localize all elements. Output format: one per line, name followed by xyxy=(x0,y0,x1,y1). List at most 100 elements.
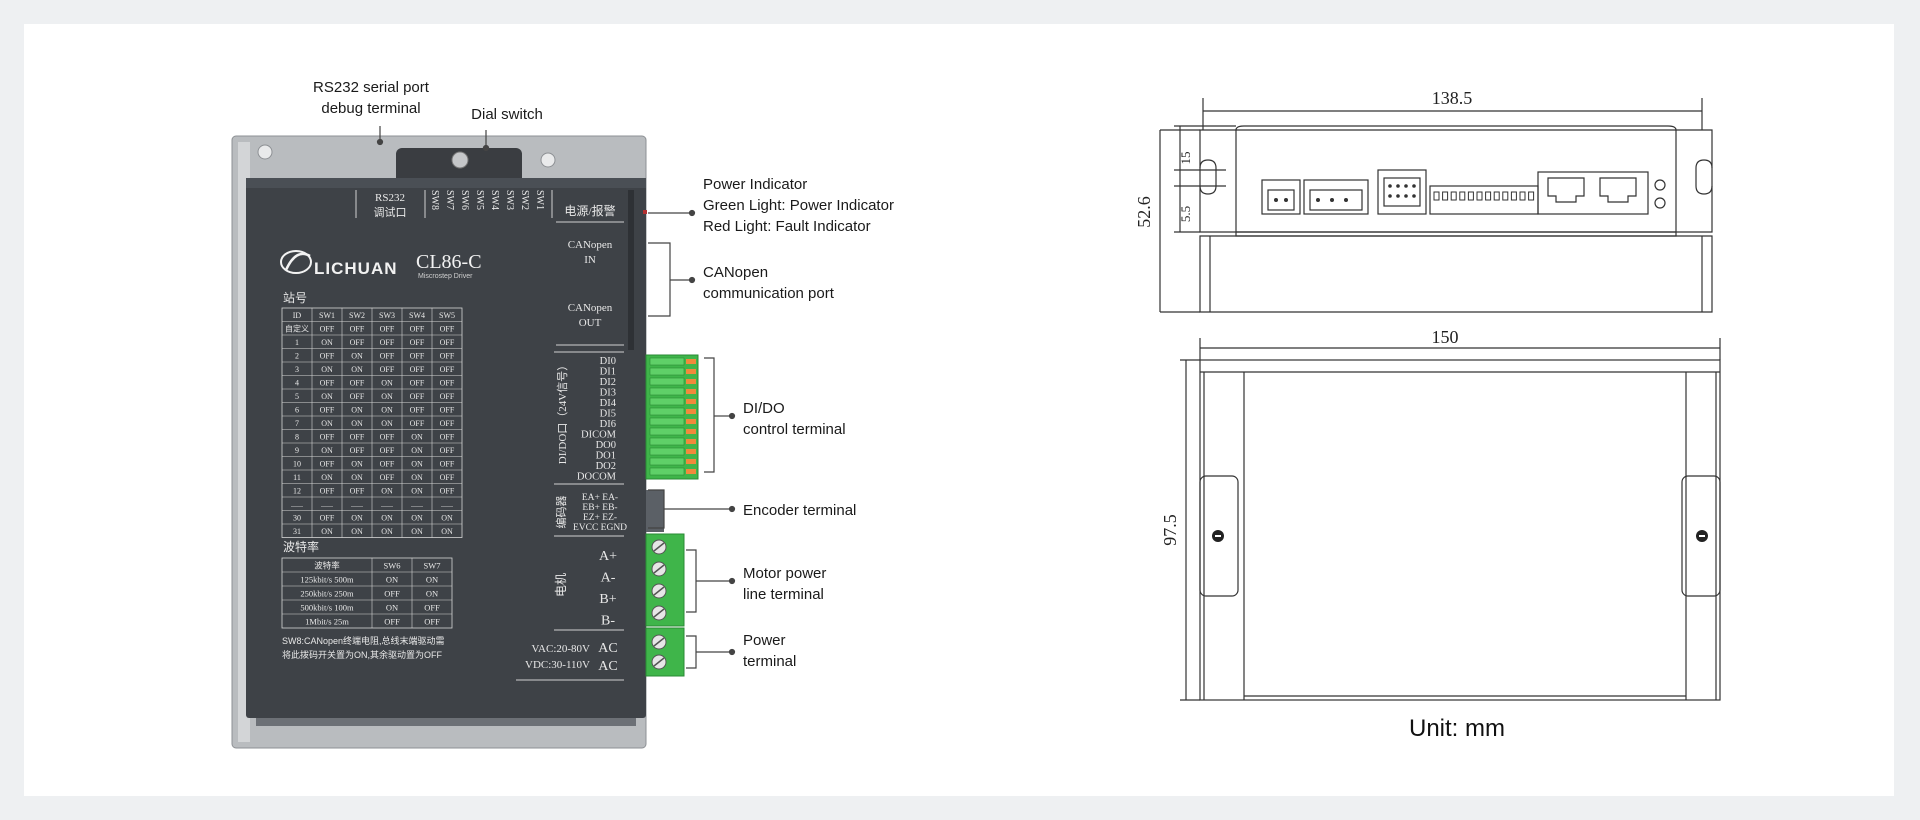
encoder-pin-grid xyxy=(1274,184,1416,202)
dido-terminal-pin xyxy=(649,397,685,406)
dido-terminal-pin xyxy=(649,407,685,416)
panel-top-edge xyxy=(246,178,646,188)
station-table-cell: ON xyxy=(351,514,363,523)
baud-table-title: 波特率 xyxy=(283,539,319,554)
dido-pin-label: DO0 xyxy=(596,440,616,451)
station-table-cell: 7 xyxy=(295,419,299,428)
dido-pin-label: DOCOM xyxy=(577,472,617,483)
dido-terminal-pin xyxy=(649,457,685,466)
encoder-side-label: 编码器 xyxy=(554,496,568,529)
station-table-cell: ON xyxy=(321,527,333,536)
station-table-cell: 5 xyxy=(295,392,299,401)
canopen-out-label: CANopen xyxy=(568,302,613,314)
connector-inner xyxy=(1267,189,1295,211)
baud-table-cell: OFF xyxy=(424,617,440,627)
baud-table-cell: 1Mbit/s 25m xyxy=(305,617,349,627)
station-table-cell: ...... xyxy=(321,500,333,509)
dido-pin-label: DI0 xyxy=(600,356,616,367)
station-table-cell: ON xyxy=(351,365,363,374)
station-table-cell: ON xyxy=(351,406,363,415)
dido-pin-row xyxy=(1433,191,1535,201)
baud-table-header: SW7 xyxy=(424,561,441,571)
dido-terminal-pin xyxy=(649,357,685,366)
motor-side-label: 电机 xyxy=(554,573,568,597)
baud-table-cell: ON xyxy=(426,575,438,585)
mount-hole-icon xyxy=(257,144,273,160)
station-table-cell: OFF xyxy=(440,419,455,428)
pin-outline xyxy=(1485,191,1492,201)
station-table-cell: ON xyxy=(351,527,363,536)
led-green-icon xyxy=(1654,179,1666,191)
dido-release-tab xyxy=(686,359,696,364)
station-table-cell: ON xyxy=(381,392,393,401)
pin-dot xyxy=(1412,194,1416,198)
rj45-in-icon xyxy=(1547,177,1585,203)
flange-outline xyxy=(1199,129,1713,233)
model-name: CL86-C xyxy=(416,251,482,273)
station-table-cell: OFF xyxy=(410,365,425,374)
callout-motor-sub: line terminal xyxy=(743,586,824,603)
dido-release-tab xyxy=(686,399,696,404)
station-table-header: SW3 xyxy=(379,311,395,320)
callout-dido: DI/DO xyxy=(743,400,785,417)
dido-pin-label: DI6 xyxy=(600,419,616,430)
encoder-pin-label: EA+ EA- xyxy=(582,493,618,503)
station-table-cell: OFF xyxy=(440,473,455,482)
pin-dot xyxy=(1388,184,1392,188)
canopen-in-label: CANopen xyxy=(568,239,613,251)
station-table-cell: OFF xyxy=(410,379,425,388)
station-table-cell: ...... xyxy=(291,500,303,509)
station-table-cell: OFF xyxy=(350,487,365,496)
callout-motor: Motor power xyxy=(743,565,826,582)
dim-5-5: 5.5 xyxy=(1178,206,1193,222)
case-top-face xyxy=(1235,125,1677,237)
mount-hole-icon xyxy=(540,152,556,168)
station-table-cell: OFF xyxy=(440,460,455,469)
baud-table-cell: 500kbit/s 100m xyxy=(300,603,354,613)
dido-pin-label: DI5 xyxy=(600,409,616,420)
power-pin-label: AC xyxy=(598,659,617,674)
station-table-cell: ON xyxy=(441,527,453,536)
rs232-port-sublabel: 调试口 xyxy=(374,206,407,219)
terminator-note-line1: SW8:CANopen终端电阻,总线末端驱动需 xyxy=(282,635,445,646)
baud-table-cell: ON xyxy=(386,575,398,585)
model-subtitle: Miscrostep Driver xyxy=(418,273,473,280)
station-table-cell: ...... xyxy=(441,500,453,509)
station-table-cell: OFF xyxy=(320,352,335,361)
station-table-cell: OFF xyxy=(320,514,335,523)
station-table-cell: 30 xyxy=(293,514,301,523)
baud-table-cell: ON xyxy=(386,603,398,613)
callout-dot xyxy=(482,144,490,152)
station-table-cell: ON xyxy=(351,419,363,428)
station-table-cell: OFF xyxy=(440,379,455,388)
station-table-header: ID xyxy=(293,311,302,320)
motor-terminal-block xyxy=(645,533,685,627)
dido-terminal-pin xyxy=(649,447,685,456)
pin-outline xyxy=(1433,191,1440,201)
dial-switch-label: SW6 xyxy=(459,190,470,210)
station-table-cell: OFF xyxy=(410,352,425,361)
station-table-cell: OFF xyxy=(320,433,335,442)
dim-width-top: 138.5 xyxy=(1432,88,1473,108)
station-table-cell: 3 xyxy=(295,365,299,374)
station-table-cell: ON xyxy=(411,527,423,536)
pin-dot xyxy=(1316,198,1320,202)
station-table-cell: 10 xyxy=(293,460,301,469)
station-table-cell: OFF xyxy=(380,338,395,347)
station-table-cell: ON xyxy=(411,460,423,469)
station-table-cell: ...... xyxy=(351,500,363,509)
connector-encoder xyxy=(1377,169,1427,215)
callout-encoder: Encoder terminal xyxy=(743,502,856,519)
station-table-cell: ON xyxy=(381,406,393,415)
station-table-cell: ON xyxy=(351,460,363,469)
station-table-cell: ON xyxy=(411,473,423,482)
callout-red-light: Red Light: Fault Indicator xyxy=(703,218,871,235)
station-table-cell: ON xyxy=(381,379,393,388)
dial-switch-label: SW1 xyxy=(534,190,545,210)
station-table-cell: ON xyxy=(321,338,333,347)
callout-dot xyxy=(728,505,736,513)
callout-canopen: CANopen xyxy=(703,264,768,281)
dido-release-tab xyxy=(686,419,696,424)
station-table-cell: ON xyxy=(411,433,423,442)
station-table-cell: OFF xyxy=(380,352,395,361)
